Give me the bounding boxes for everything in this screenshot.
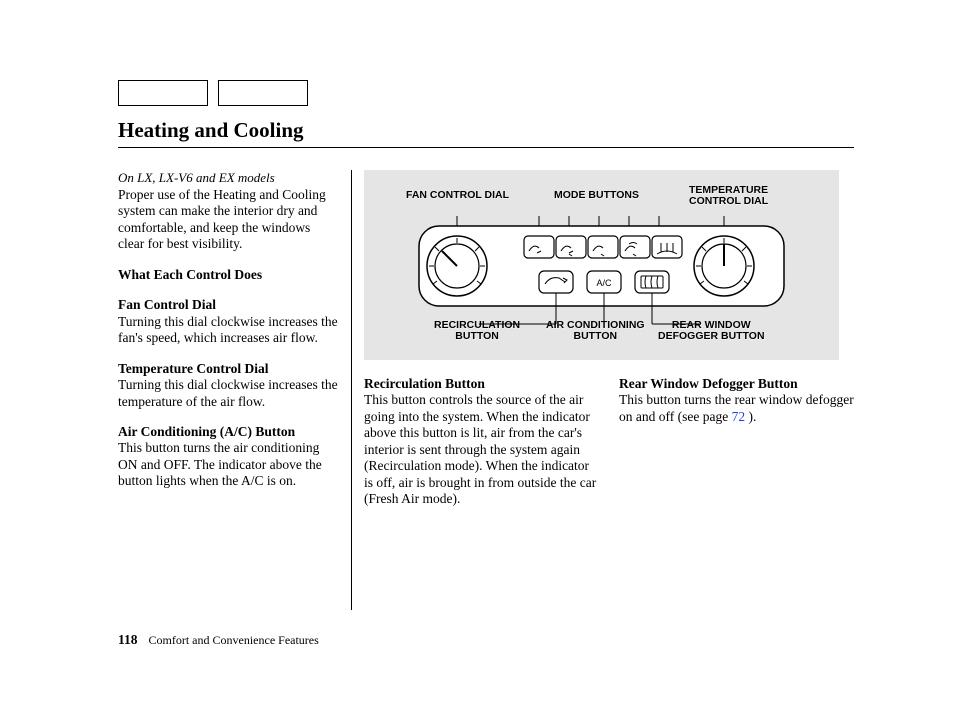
- temp-control-head: Temperature Control Dial: [118, 361, 339, 377]
- placeholder-box-2: [218, 80, 308, 106]
- label-temp-dial: TEMPERATURECONTROL DIAL: [689, 185, 768, 207]
- fan-control-block: Fan Control Dial Turning this dial clock…: [118, 297, 339, 346]
- mode-buttons-row: [524, 236, 682, 258]
- temp-control-block: Temperature Control Dial Turning this di…: [118, 361, 339, 410]
- fan-control-head: Fan Control Dial: [118, 297, 339, 313]
- intro-paragraph: Proper use of the Heating and Cooling sy…: [118, 187, 339, 253]
- placeholder-box-1: [118, 80, 208, 106]
- content-columns: On LX, LX-V6 and EX models Proper use of…: [118, 170, 854, 620]
- temp-control-body: Turning this dial clockwise increases th…: [118, 377, 339, 410]
- right-lower-columns: Recirculation Button This button control…: [364, 376, 854, 508]
- footer-section-title: Comfort and Convenience Features: [149, 633, 319, 647]
- rear-defog-body: This button turns the rear window defogg…: [619, 392, 854, 425]
- label-fan-dial: FAN CONTROL DIAL: [406, 190, 509, 201]
- page: Heating and Cooling On LX, LX-V6 and EX …: [0, 0, 954, 710]
- recirc-head: Recirculation Button: [364, 376, 599, 392]
- column-divider: [351, 170, 352, 610]
- model-note: On LX, LX-V6 and EX models: [118, 170, 339, 186]
- rear-defog-head: Rear Window Defogger Button: [619, 376, 854, 392]
- right-column: FAN CONTROL DIAL MODE BUTTONS TEMPERATUR…: [364, 170, 854, 508]
- fan-control-body: Turning this dial clockwise increases th…: [118, 314, 339, 347]
- top-placeholder-boxes: [118, 80, 854, 106]
- hvac-panel-illustration: A/C: [379, 216, 824, 336]
- ac-button-block: Air Conditioning (A/C) Button This butto…: [118, 424, 339, 490]
- label-mode-buttons: MODE BUTTONS: [554, 190, 639, 201]
- ac-button-body: This button turns the air condi­tioning …: [118, 440, 339, 489]
- page-title: Heating and Cooling: [118, 118, 854, 143]
- recirc-button-icon: [539, 271, 573, 293]
- page-footer: 118 Comfort and Convenience Features: [118, 632, 319, 648]
- ac-button-head: Air Conditioning (A/C) Button: [118, 424, 339, 440]
- page-number: 118: [118, 632, 138, 647]
- page-reference-link[interactable]: 72: [732, 409, 746, 424]
- left-column: On LX, LX-V6 and EX models Proper use of…: [118, 170, 351, 504]
- rear-defog-button-icon: [635, 271, 669, 293]
- title-rule: [118, 147, 854, 148]
- recirc-body: This button controls the source of the a…: [364, 392, 599, 507]
- rear-defog-block: Rear Window Defogger Button This button …: [619, 376, 854, 508]
- hvac-diagram: FAN CONTROL DIAL MODE BUTTONS TEMPERATUR…: [364, 170, 839, 360]
- section-heading: What Each Control Does: [118, 267, 339, 283]
- svg-text:A/C: A/C: [596, 278, 612, 288]
- recirc-block: Recirculation Button This button control…: [364, 376, 599, 508]
